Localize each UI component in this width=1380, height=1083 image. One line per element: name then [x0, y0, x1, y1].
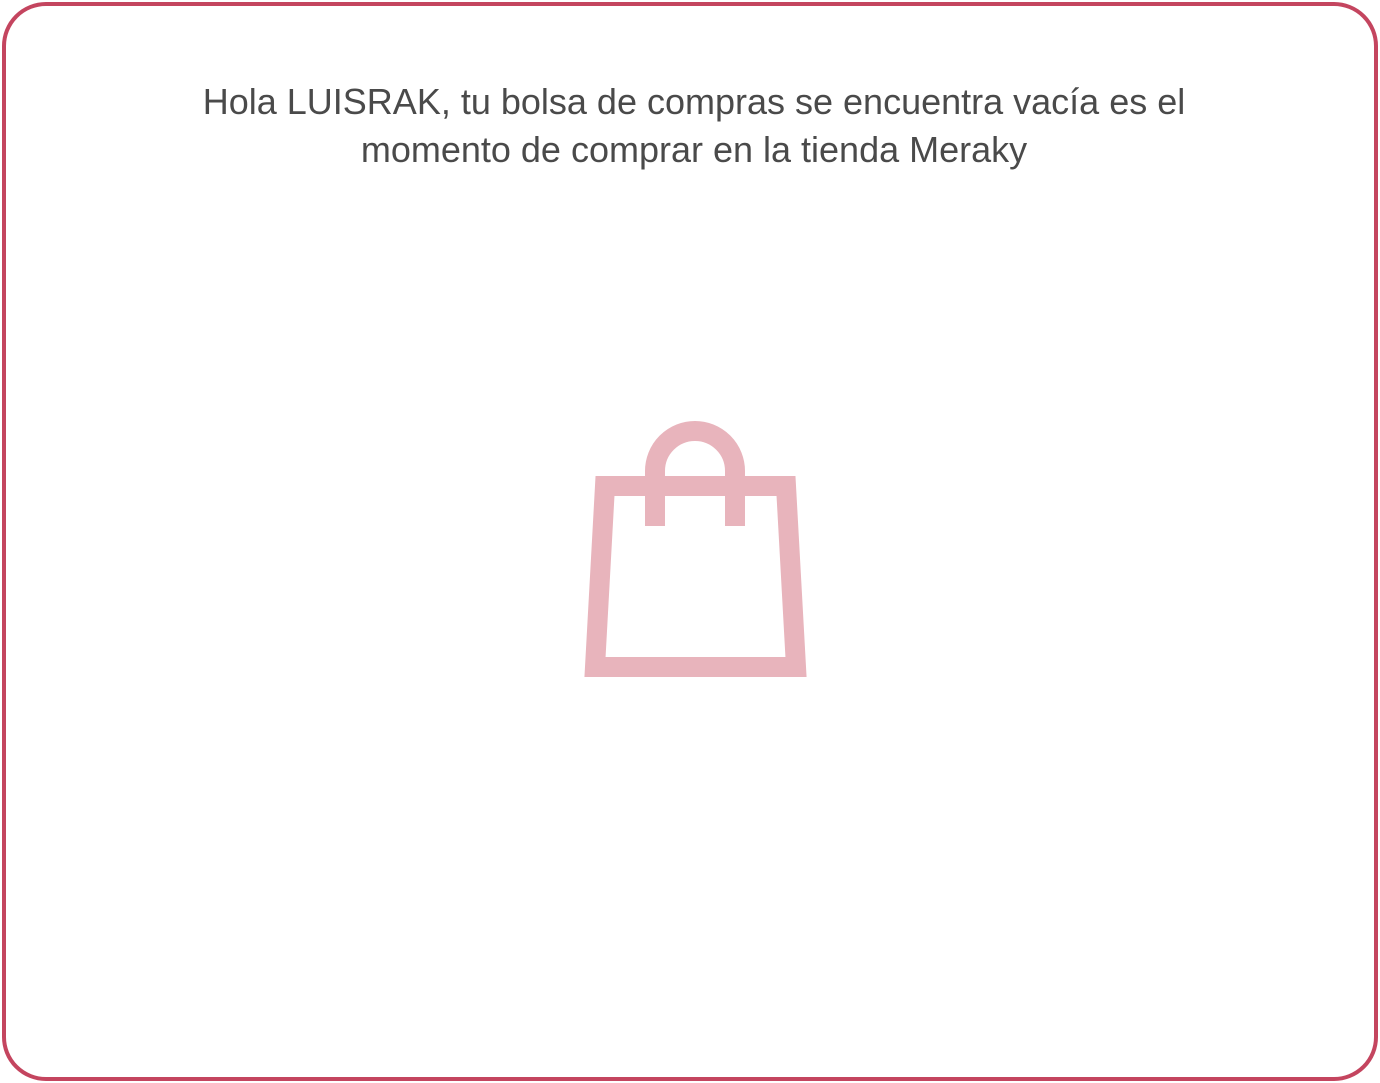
empty-cart-panel: Hola LUISRAK, tu bolsa de compras se enc… — [2, 2, 1378, 1081]
empty-cart-message: Hola LUISRAK, tu bolsa de compras se enc… — [202, 81, 1186, 170]
shopping-bag-icon — [584, 421, 807, 677]
